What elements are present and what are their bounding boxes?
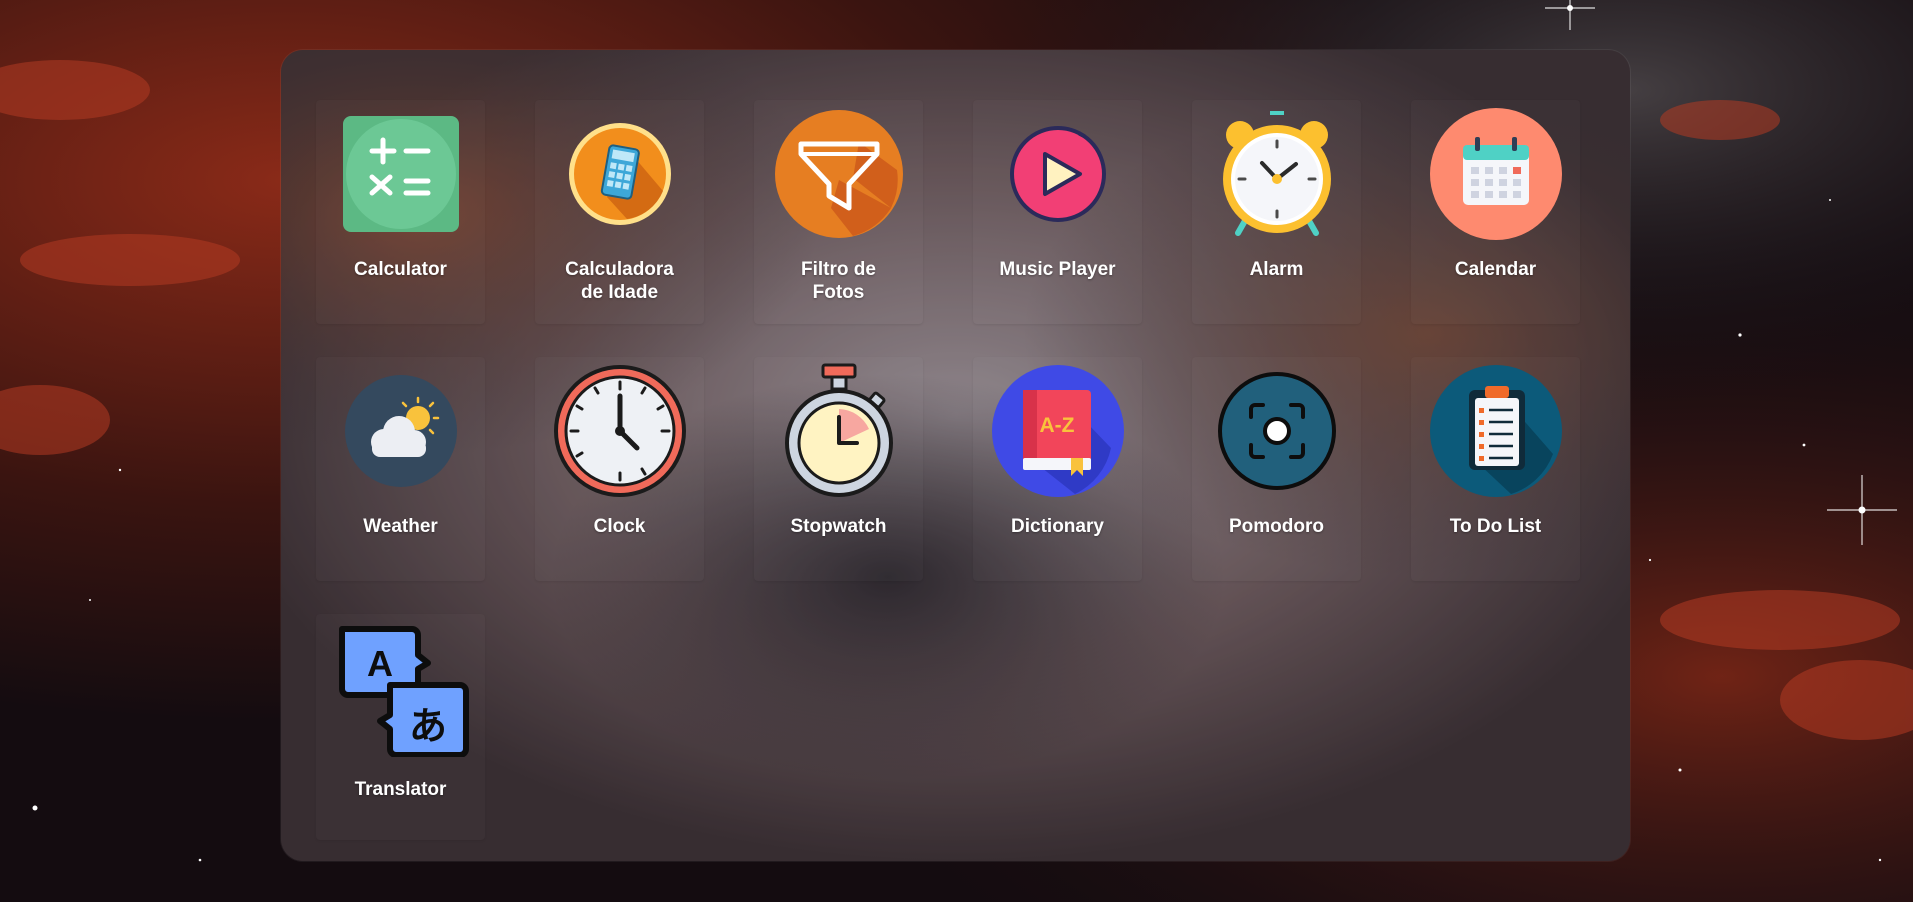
- app-grid: Calculator Calculadora de Idade Filtro d…: [316, 100, 1580, 840]
- dictionary-book-icon: A-Z: [988, 361, 1128, 501]
- app-tile-calendar[interactable]: Calendar: [1411, 100, 1580, 324]
- translator-kana-glyph: あ: [408, 704, 446, 748]
- dictionary-mark: A-Z: [1039, 414, 1074, 437]
- app-label: Calendar: [1454, 259, 1537, 280]
- app-tile-music-player[interactable]: Music Player: [973, 100, 1142, 324]
- calculator-icon: [331, 104, 471, 244]
- play-button-icon: [988, 104, 1128, 244]
- app-label: Dictionary: [1011, 516, 1104, 537]
- app-label: Pomodoro: [1229, 516, 1324, 537]
- app-tile-translator[interactable]: A あ Translator: [316, 614, 485, 840]
- app-label: Music Player: [999, 259, 1116, 280]
- app-tile-stopwatch[interactable]: Stopwatch: [754, 357, 923, 581]
- funnel-filter-icon: [769, 104, 909, 244]
- calendar-icon: [1426, 104, 1566, 244]
- app-tile-weather[interactable]: Weather: [316, 357, 485, 581]
- wall-clock-icon: [550, 361, 690, 501]
- translate-bubbles-icon: A あ: [331, 618, 471, 758]
- app-tile-to-do-list[interactable]: To Do List: [1411, 357, 1580, 581]
- app-tile-filtro-de-fotos[interactable]: Filtro de Fotos: [754, 100, 923, 324]
- app-label: Filtro de Fotos: [801, 259, 876, 303]
- stopwatch-icon: [769, 361, 909, 501]
- app-label: To Do List: [1449, 516, 1542, 537]
- cloud-sun-icon: [331, 361, 471, 501]
- translator-latin-glyph: A: [367, 643, 393, 684]
- app-label: Weather: [363, 516, 438, 537]
- app-label: Translator: [354, 779, 447, 800]
- app-tile-pomodoro[interactable]: Pomodoro: [1192, 357, 1361, 581]
- age-calculator-icon: [550, 104, 690, 244]
- app-label: Calculator: [354, 259, 447, 280]
- app-tile-dictionary[interactable]: A-Z Dictionary: [973, 357, 1142, 581]
- app-label: Clock: [593, 516, 646, 537]
- app-tile-alarm[interactable]: Alarm: [1192, 100, 1361, 324]
- app-tile-clock[interactable]: Clock: [535, 357, 704, 581]
- clipboard-checklist-icon: [1426, 361, 1566, 501]
- app-tile-calculadora-de-idade[interactable]: Calculadora de Idade: [535, 100, 704, 324]
- app-tile-calculator[interactable]: Calculator: [316, 100, 485, 324]
- app-label: Calculadora de Idade: [565, 259, 674, 303]
- focus-target-icon: [1207, 361, 1347, 501]
- app-label: Stopwatch: [790, 516, 887, 537]
- app-label: Alarm: [1249, 259, 1304, 280]
- alarm-clock-icon: [1207, 104, 1347, 244]
- app-launcher-panel: Calculator Calculadora de Idade Filtro d…: [281, 50, 1630, 861]
